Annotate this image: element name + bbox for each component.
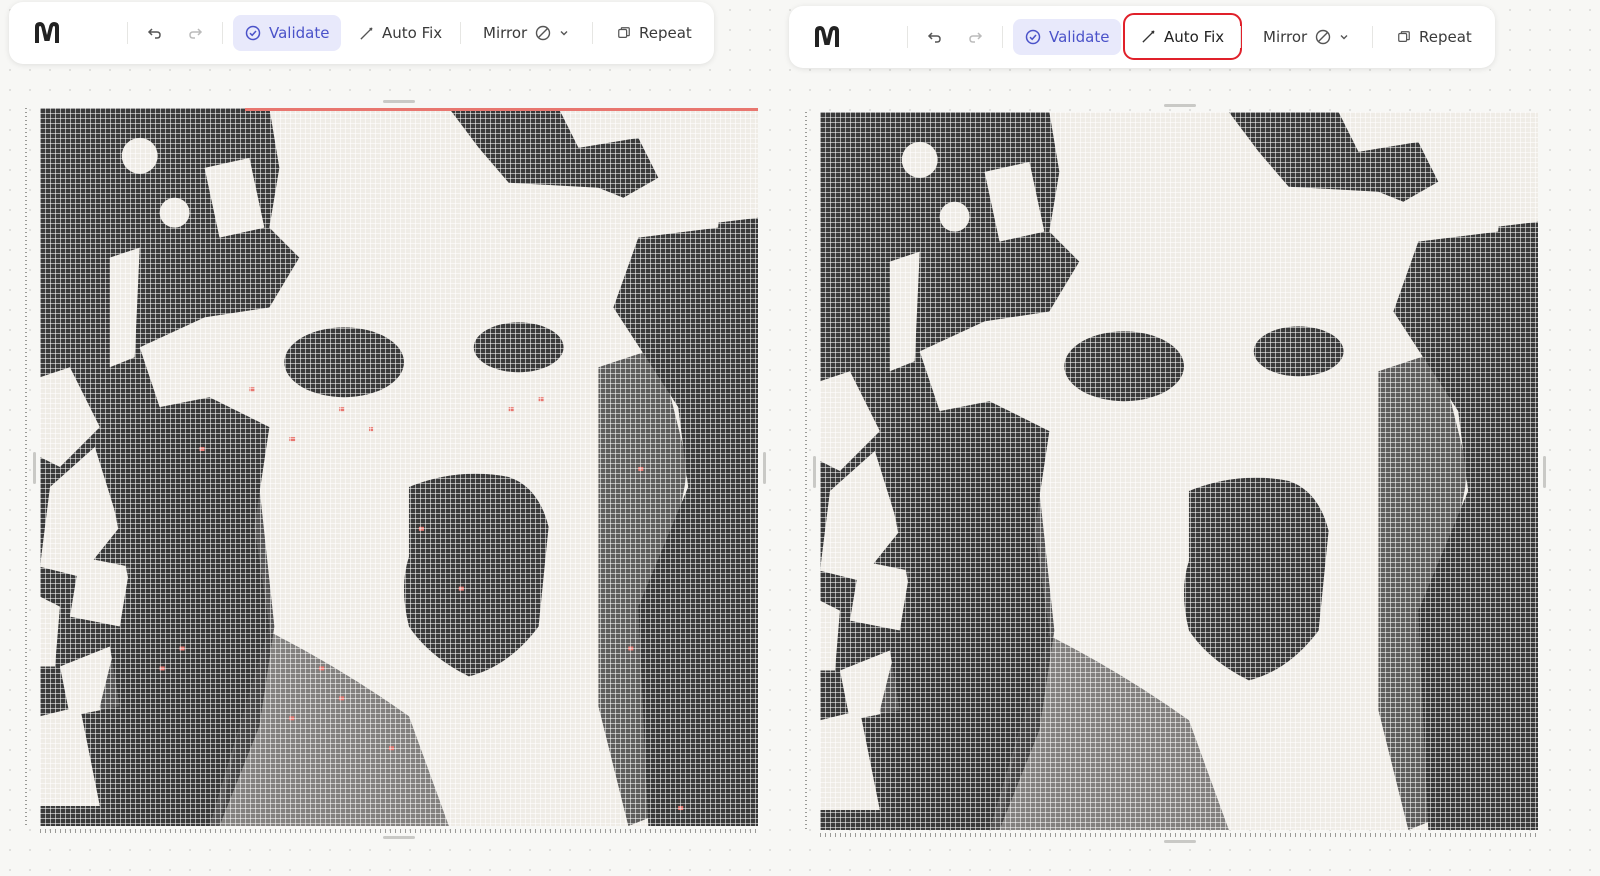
copy-icon <box>618 27 630 38</box>
toolbar-divider <box>1372 26 1373 48</box>
toolbar-divider <box>127 22 128 44</box>
pattern-canvas[interactable] <box>820 112 1538 830</box>
toolbar-divider <box>1240 26 1241 48</box>
repeat-button[interactable]: Repeat <box>605 15 704 51</box>
undo-button[interactable] <box>922 24 948 50</box>
autofix-button[interactable]: Auto Fix <box>347 15 454 51</box>
mirror-dropdown[interactable]: Mirror <box>1251 19 1361 55</box>
check-circle-icon <box>1025 29 1041 45</box>
resize-handle-bottom[interactable] <box>1164 840 1196 843</box>
undo-icon <box>147 28 161 39</box>
pattern-canvas[interactable] <box>40 108 758 826</box>
toolbar-divider <box>1002 26 1003 48</box>
pixel-pattern-image <box>40 108 758 826</box>
validate-label: Validate <box>1049 28 1110 46</box>
prohibited-circle-icon <box>536 25 551 41</box>
toolbar-divider <box>222 22 223 44</box>
undo-icon <box>927 32 941 43</box>
validate-button[interactable]: Validate <box>233 15 342 51</box>
redo-icon <box>189 28 203 39</box>
pixel-pattern-image <box>820 112 1538 830</box>
resize-handle-left[interactable] <box>813 456 816 488</box>
repeat-label: Repeat <box>639 24 692 42</box>
resize-handle-top[interactable] <box>383 100 415 103</box>
repeat-button[interactable]: Repeat <box>1385 19 1484 55</box>
toolbar: Validate Auto Fix Mirror Repeat <box>789 6 1495 68</box>
autofix-button[interactable]: Auto Fix <box>1122 13 1243 60</box>
mirror-dropdown[interactable]: Mirror <box>471 15 581 51</box>
redo-button[interactable] <box>182 20 208 46</box>
copy-icon <box>1398 31 1410 42</box>
toolbar-divider <box>592 22 593 44</box>
wand-icon <box>1142 30 1155 43</box>
validate-label: Validate <box>269 24 330 42</box>
autofix-label: Auto Fix <box>382 24 443 42</box>
vertical-ruler <box>25 108 27 828</box>
error-marker-row <box>245 108 758 111</box>
editor-panel-before: Validate Auto Fix Mirror Repeat <box>0 0 800 876</box>
autofix-label: Auto Fix <box>1164 27 1225 46</box>
redo-icon <box>969 32 983 43</box>
editor-panel-after: Validate Auto Fix Mirror Repeat <box>789 0 1600 876</box>
toolbar: Validate Auto Fix Mirror Repeat <box>9 2 714 64</box>
validate-button[interactable]: Validate <box>1013 19 1122 55</box>
vertical-ruler <box>805 112 807 832</box>
horizontal-ruler <box>40 829 758 833</box>
wand-icon <box>360 26 373 40</box>
horizontal-ruler <box>820 833 1538 837</box>
resize-handle-bottom[interactable] <box>383 836 415 839</box>
toolbar-divider <box>460 22 461 44</box>
chevron-down-icon <box>1340 35 1348 40</box>
undo-button[interactable] <box>142 20 168 46</box>
brand-logo-icon[interactable] <box>811 21 843 53</box>
mirror-label: Mirror <box>483 24 528 42</box>
resize-handle-right[interactable] <box>763 452 766 484</box>
resize-handle-right[interactable] <box>1543 456 1546 488</box>
chevron-down-icon <box>560 31 568 36</box>
resize-handle-top[interactable] <box>1164 104 1196 107</box>
resize-handle-left[interactable] <box>33 452 36 484</box>
prohibited-circle-icon <box>1316 29 1331 45</box>
repeat-label: Repeat <box>1419 28 1472 46</box>
check-circle-icon <box>245 25 261 41</box>
redo-button[interactable] <box>962 24 988 50</box>
toolbar-divider <box>907 26 908 48</box>
brand-logo-icon[interactable] <box>31 17 63 49</box>
mirror-label: Mirror <box>1263 28 1308 46</box>
